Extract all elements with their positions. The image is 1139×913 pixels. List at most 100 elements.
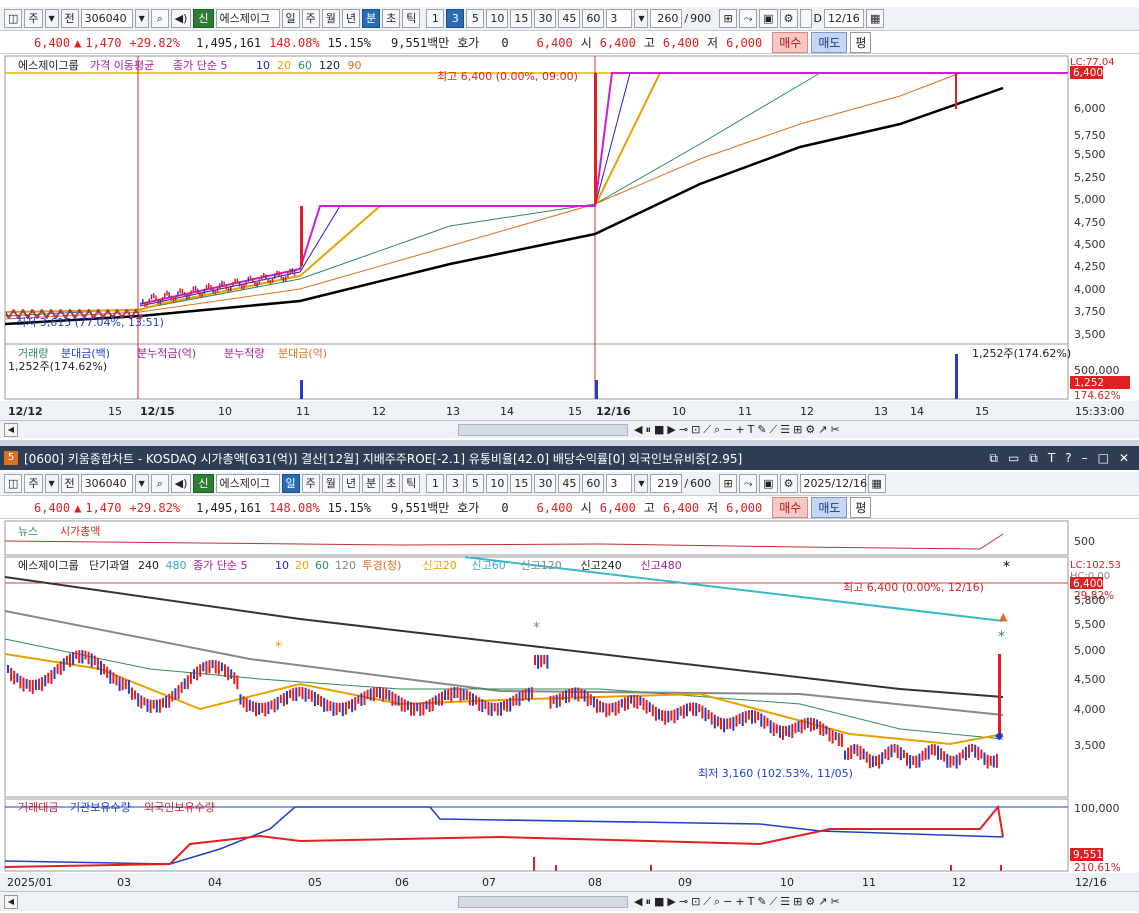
calendar-icon[interactable]: ▦ <box>866 9 885 28</box>
save-icon[interactable]: ▣ <box>759 474 778 493</box>
tab-period-4[interactable]: 분 <box>362 474 381 493</box>
stock-name-field[interactable]: 에스제이그 <box>215 9 280 28</box>
pause-icon[interactable]: ⏸ <box>645 423 651 437</box>
search-icon[interactable]: ⌕ <box>714 895 720 909</box>
custom-interval-input[interactable]: 3 <box>606 474 633 493</box>
stop-icon[interactable]: ■ <box>654 895 664 909</box>
date-input[interactable]: 2025/12/16 <box>799 474 867 493</box>
arrow-icon[interactable]: ↗ <box>818 423 827 437</box>
scroll-left-icon[interactable]: ◀ <box>4 894 18 909</box>
chart-icon[interactable]: ◫ <box>4 474 23 493</box>
search-icon[interactable]: ⌕ <box>150 9 169 28</box>
sound-icon[interactable]: ◀) <box>170 474 192 493</box>
tab-interval-3[interactable]: 10 <box>486 474 509 493</box>
trend-icon[interactable]: ⟋ <box>770 895 778 909</box>
search-icon[interactable]: ⌕ <box>714 423 720 437</box>
link-icon[interactable]: ⧉ <box>1029 451 1038 466</box>
scroll-left-icon[interactable]: ◀ <box>4 422 18 437</box>
tab-period-1[interactable]: 주 <box>301 9 320 28</box>
count-input[interactable]: 219 <box>650 474 683 493</box>
stop-icon[interactable]: ■ <box>654 423 664 437</box>
tab-period-1[interactable]: 주 <box>301 474 320 493</box>
tab-period-0[interactable]: 일 <box>281 474 300 493</box>
chevron-down-icon[interactable]: ▼ <box>134 9 149 28</box>
stock-code-input[interactable]: 306040 <box>80 9 133 28</box>
tool-icon[interactable]: ✂ <box>830 423 839 437</box>
tab-period-4[interactable]: 분 <box>362 9 381 28</box>
tab-period-2[interactable]: 월 <box>321 474 340 493</box>
grid-icon[interactable]: ⊞ <box>719 9 738 28</box>
search-icon[interactable]: ⌕ <box>150 474 169 493</box>
tab-interval-7[interactable]: 60 <box>582 474 605 493</box>
chart-icon[interactable]: ◫ <box>4 9 23 28</box>
tab-interval-2[interactable]: 5 <box>466 474 485 493</box>
compare-icon[interactable]: ⤳ <box>739 474 758 493</box>
tab-interval-6[interactable]: 45 <box>558 9 581 28</box>
text-icon[interactable]: T <box>748 895 755 909</box>
tab-interval-0[interactable]: 1 <box>426 474 445 493</box>
tab-period-0[interactable]: 일 <box>281 9 300 28</box>
trend-icon[interactable]: ⟋ <box>770 423 778 437</box>
tab-interval-4[interactable]: 15 <box>510 9 533 28</box>
save-icon[interactable]: ▣ <box>759 9 778 28</box>
gear-icon[interactable]: ⚙ <box>779 9 798 28</box>
chevron-down-icon[interactable]: ▼ <box>634 474 649 493</box>
help-icon[interactable]: ? <box>1065 451 1071 466</box>
tab-interval-4[interactable]: 15 <box>510 474 533 493</box>
tab-interval-7[interactable]: 60 <box>582 9 605 28</box>
compare-icon[interactable]: ⤳ <box>739 9 758 28</box>
tab-interval-2[interactable]: 5 <box>466 9 485 28</box>
sound-icon[interactable]: ◀) <box>170 9 192 28</box>
list-icon[interactable]: ☰ <box>780 423 790 437</box>
tab-period-2[interactable]: 월 <box>321 9 340 28</box>
setting-icon[interactable]: ⚙ <box>805 895 815 909</box>
pause-icon[interactable]: ⏸ <box>645 895 651 909</box>
maximize-icon[interactable]: □ <box>1098 451 1109 466</box>
prev-button[interactable]: 전 <box>60 474 79 493</box>
tab-interval-1[interactable]: 3 <box>446 9 465 28</box>
chevron-down-icon[interactable]: ▼ <box>44 474 59 493</box>
gear-icon[interactable]: ⚙ <box>779 474 798 493</box>
chevron-down-icon[interactable]: ▼ <box>44 9 59 28</box>
buy-button[interactable]: 매수 <box>772 32 809 53</box>
arrow-icon[interactable]: ↗ <box>818 895 827 909</box>
minimize-icon[interactable]: – <box>1082 451 1088 466</box>
freq-select[interactable]: 주 <box>24 474 43 493</box>
pen-icon[interactable]: ✎ <box>757 895 766 909</box>
minimize-to-tray-icon[interactable]: ▭ <box>1008 451 1019 466</box>
top-scrollbar[interactable]: ◀ ◀ ⏸ ■ ▶ ⊸ ⊡ ⟋ ⌕ − + T ✎ ⟋ ☰ ⊞ ⚙ ↗ ✂ <box>0 420 1139 438</box>
credit-badge[interactable]: 신 <box>193 474 214 493</box>
zoom-icon[interactable]: ⊸ <box>679 895 688 909</box>
custom-interval-input[interactable]: 3 <box>606 9 633 28</box>
tab-period-3[interactable]: 년 <box>341 474 361 493</box>
pen-icon[interactable]: ✎ <box>757 423 766 437</box>
cursor-icon[interactable]: ⊡ <box>691 423 700 437</box>
minus-icon[interactable]: − <box>723 423 732 437</box>
tab-period-5[interactable]: 초 <box>382 9 401 28</box>
chevron-down-icon[interactable]: ▼ <box>134 474 149 493</box>
top-price-chart[interactable]: 6,400 6,000 5,750 5,500 5,250 5,000 4,750 4,500… <box>0 54 1139 420</box>
tab-period-6[interactable]: 틱 <box>402 474 421 493</box>
tab-interval-0[interactable]: 1 <box>426 9 445 28</box>
date-input[interactable]: 12/16 <box>824 9 865 28</box>
tool-icon[interactable]: ✂ <box>830 895 839 909</box>
line-icon[interactable]: ⟋ <box>703 895 711 909</box>
plus-icon[interactable]: + <box>735 423 744 437</box>
sell-button[interactable]: 매도 <box>811 32 848 53</box>
minus-icon[interactable]: − <box>723 895 732 909</box>
setting-icon[interactable]: ⚙ <box>805 423 815 437</box>
grid-icon[interactable]: ⊞ <box>719 474 738 493</box>
zoom-icon[interactable]: ⊸ <box>679 423 688 437</box>
tab-period-6[interactable]: 틱 <box>402 9 421 28</box>
scroll-thumb[interactable] <box>458 895 628 908</box>
chevron-down-icon[interactable]: ▼ <box>634 9 649 28</box>
plus-icon[interactable]: + <box>735 895 744 909</box>
list-icon[interactable]: ☰ <box>780 895 790 909</box>
credit-badge[interactable]: 신 <box>193 9 214 28</box>
bottom-price-chart[interactable]: 뉴스 시가총액 500 에스제이그룹 단기과열 240 480 종가 단순 5 10 20 60 12… <box>0 519 1139 891</box>
font-icon[interactable]: T <box>1048 451 1055 466</box>
tab-period-5[interactable]: 초 <box>382 474 401 493</box>
next-icon[interactable]: ▶ <box>667 895 675 909</box>
avg-button[interactable]: 평 <box>850 32 872 53</box>
buy-button[interactable]: 매수 <box>772 497 809 518</box>
